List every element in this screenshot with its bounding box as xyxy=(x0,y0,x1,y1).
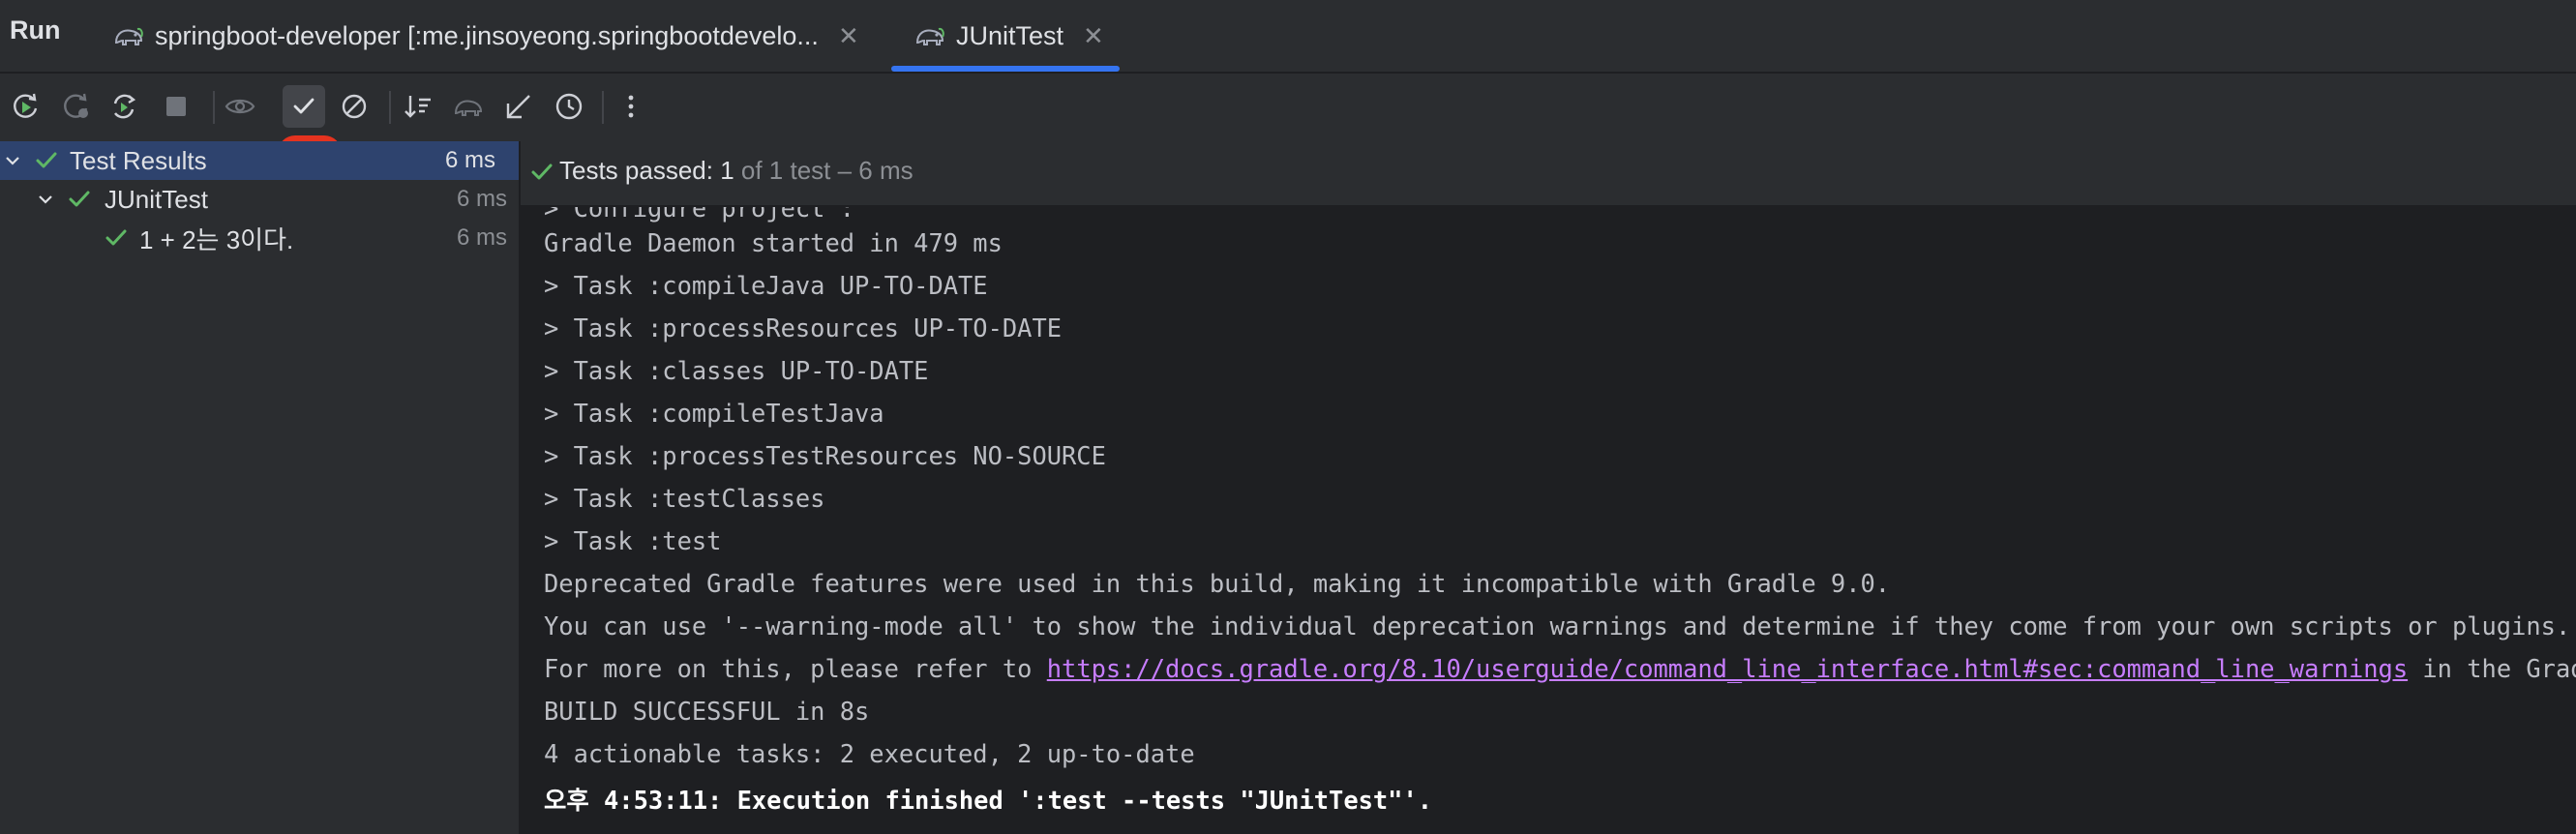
rerun-failed-icon xyxy=(64,93,88,118)
gradle-elephant-icon xyxy=(114,27,143,45)
checkmark-icon xyxy=(293,98,315,114)
chevron-down-icon[interactable] xyxy=(2,150,23,171)
refer-prefix: For more on this, please refer to xyxy=(544,654,1047,683)
run-tool-window-tabbar: Run springboot-developer [:me.jinsoyeong… xyxy=(0,0,2576,74)
show-passed-button[interactable] xyxy=(283,85,325,128)
console-line: 4 actionable tasks: 2 executed, 2 up-to-… xyxy=(544,739,1195,768)
more-button[interactable] xyxy=(610,85,652,128)
stop-button[interactable] xyxy=(155,85,197,128)
console-line: Gradle Daemon started in 479 ms xyxy=(544,228,1003,257)
refer-suffix: in the Gradle documentation. xyxy=(2422,654,2576,683)
sort-icon xyxy=(404,96,431,118)
console-line: > Task :compileJava UP-TO-DATE xyxy=(544,271,988,300)
toolbar-separator xyxy=(389,91,391,124)
rerun-icon xyxy=(14,93,38,118)
console-line: > Task :processResources UP-TO-DATE xyxy=(544,313,1063,343)
console-line: > Task :test xyxy=(544,526,722,555)
chevron-down-icon[interactable] xyxy=(35,189,56,210)
console-line: > Task :processTestResources NO-SOURCE xyxy=(544,441,1106,470)
console-line: BUILD SUCCESSFUL in 8s xyxy=(544,697,870,726)
tab-label: JUnitTest xyxy=(956,20,1064,50)
status-suffix: of 1 test – 6 ms xyxy=(734,156,914,185)
toggle-auto-test-icon xyxy=(113,94,136,119)
rerun-failed-button[interactable] xyxy=(54,85,97,128)
console-line-refer: For more on this, please refer to https:… xyxy=(544,654,2576,683)
tests-passed-summary: Tests passed: 1 of 1 test – 6 ms xyxy=(559,156,914,186)
close-icon[interactable]: ✕ xyxy=(1083,21,1104,51)
gradle-docs-link[interactable]: https://docs.gradle.org/8.10/userguide/c… xyxy=(1047,654,2408,683)
import-tests-button[interactable] xyxy=(447,85,490,128)
console-output[interactable]: > Configure project : Gradle Daemon star… xyxy=(521,207,2576,834)
tree-row-test-results[interactable]: Test Results 6 ms xyxy=(0,141,519,180)
test-results-tree: Test Results 6 ms JUnitTest 6 ms 1 + 2는 … xyxy=(0,141,521,834)
eye-icon xyxy=(225,99,255,114)
status-prefix: Tests passed: xyxy=(559,156,721,185)
test-passed-check-icon xyxy=(36,152,57,168)
gradle-elephant-icon xyxy=(915,27,944,45)
test-passed-check-icon xyxy=(531,164,553,180)
show-ignored-toggle-button[interactable] xyxy=(333,85,375,128)
test-duration: 6 ms xyxy=(456,186,507,212)
tab-label: springboot-developer [:me.jinsoyeong.spr… xyxy=(155,20,819,50)
export-button[interactable] xyxy=(497,85,540,128)
test-passed-check-icon xyxy=(69,191,90,207)
toolbar-separator xyxy=(213,91,215,124)
history-button[interactable] xyxy=(548,85,590,128)
sort-button[interactable] xyxy=(397,85,439,128)
console-execution-finished-line: 오후 4:53:11: Execution finished ':test --… xyxy=(544,786,1433,815)
rerun-button[interactable] xyxy=(4,85,46,128)
console-line: Deprecated Gradle features were used in … xyxy=(544,569,1891,598)
tree-item-label: 1 + 2는 3이다. xyxy=(139,224,294,254)
console-line: > Task :compileTestJava xyxy=(544,399,884,428)
tab-junittest[interactable]: JUnitTest ✕ xyxy=(914,0,1104,72)
test-runner-toolbar xyxy=(0,74,2576,220)
tree-item-label: Test Results xyxy=(70,145,207,175)
ignored-icon xyxy=(342,94,367,119)
tab-springboot-developer[interactable]: springboot-developer [:me.jinsoyeong.spr… xyxy=(112,0,859,72)
export-icon xyxy=(506,95,530,119)
toggle-auto-test-button[interactable] xyxy=(103,85,145,128)
import-tests-icon xyxy=(454,100,483,116)
toolbar-separator xyxy=(602,91,604,124)
test-status-bar: Tests passed: 1 of 1 test – 6 ms xyxy=(521,141,2576,207)
run-panel-title: Run xyxy=(10,15,61,45)
tree-item-label: JUnitTest xyxy=(105,184,208,214)
active-tab-indicator xyxy=(891,66,1120,72)
console-line: You can use '--warning-mode all' to show… xyxy=(544,611,2571,640)
console-line: > Configure project : xyxy=(544,207,855,223)
close-icon[interactable]: ✕ xyxy=(838,21,859,51)
show-ignored-button[interactable] xyxy=(219,85,261,128)
test-duration: 6 ms xyxy=(444,147,495,173)
test-passed-check-icon xyxy=(105,229,127,246)
more-vertical-icon xyxy=(628,95,634,118)
console-line: > Task :classes UP-TO-DATE xyxy=(544,356,929,385)
history-icon xyxy=(555,93,583,120)
test-duration: 6 ms xyxy=(456,224,507,251)
stop-icon xyxy=(166,97,186,116)
status-passed-count: 1 xyxy=(720,156,734,185)
tree-row-test-case[interactable]: 1 + 2는 3이다. 6 ms xyxy=(0,219,519,257)
console-line: > Task :testClasses xyxy=(544,484,825,513)
tree-row-junittest[interactable]: JUnitTest 6 ms xyxy=(0,180,519,219)
